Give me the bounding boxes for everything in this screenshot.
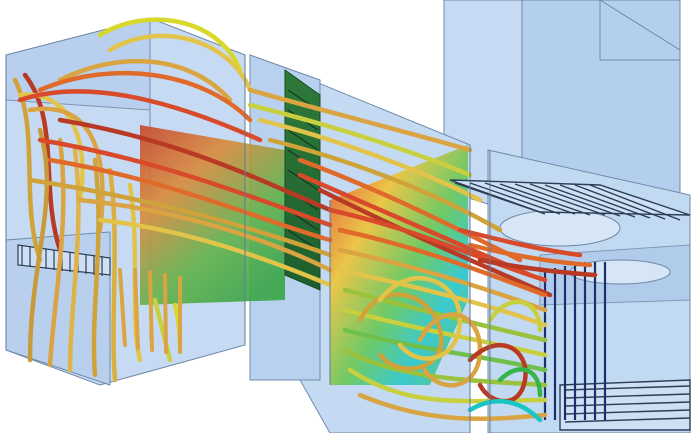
vertical-coil-columns [543,262,607,420]
fin-stack-bottom-right [559,379,691,431]
cfd-scene [0,0,700,433]
